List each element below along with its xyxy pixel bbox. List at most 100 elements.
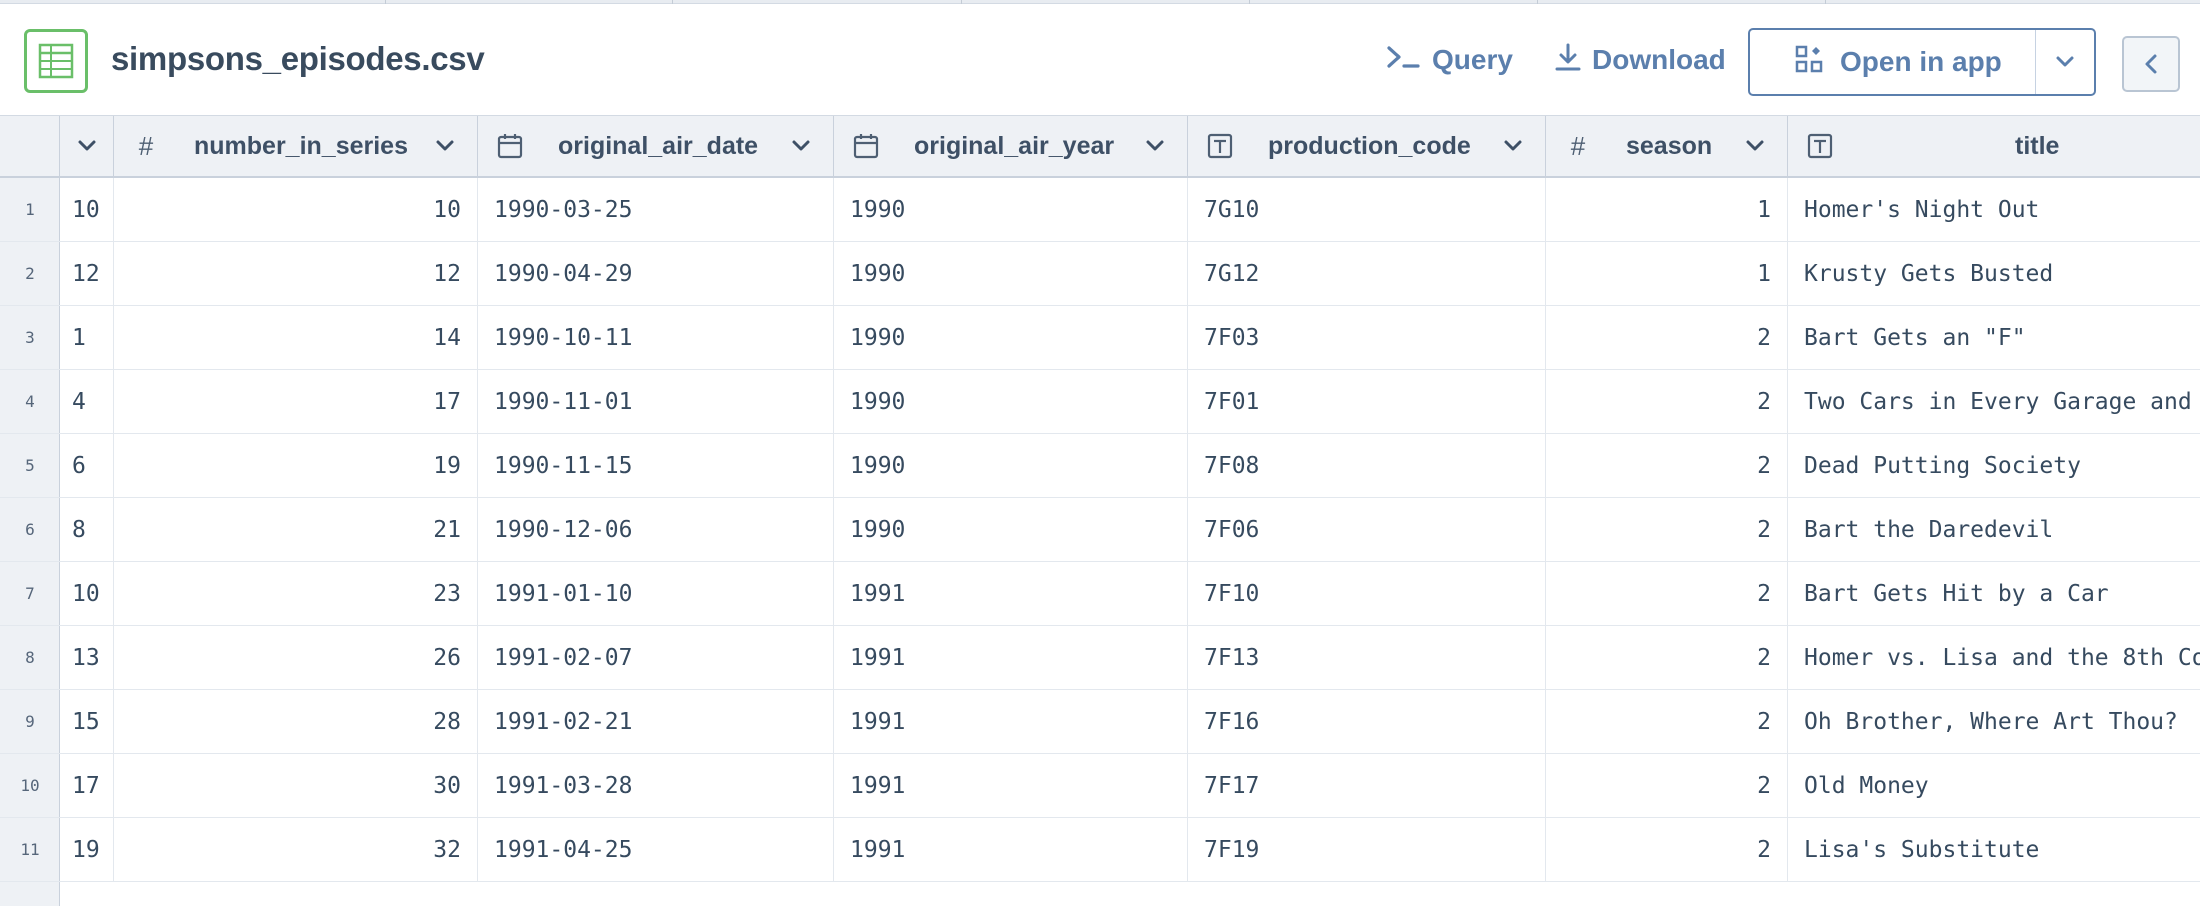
table-cell[interactable]: 10 [60,178,114,241]
table-cell[interactable]: 7F16 [1188,690,1546,753]
table-cell[interactable]: 2 [1546,690,1788,753]
table-cell[interactable]: 1991 [834,626,1188,689]
table-cell[interactable]: 1990-04-29 [478,242,834,305]
column-header-season[interactable]: # season [1546,116,1788,176]
table-cell[interactable]: 2 [1546,626,1788,689]
table-row[interactable]: 9 15 28 1991-02-21 1991 7F16 2 Oh Brother, Wher… [0,690,2200,754]
table-cell[interactable]: 19 [60,818,114,881]
table-cell[interactable]: Bart Gets an "F" [1788,306,2200,369]
column-header-title[interactable]: title [1788,116,2200,176]
column-header-production-code[interactable]: production_code [1188,116,1546,176]
table-cell[interactable]: Homer vs. Lisa and the 8th Comm [1788,626,2200,689]
table-cell[interactable]: 7F17 [1188,754,1546,817]
chevron-down-icon[interactable] [1501,134,1525,158]
table-cell[interactable]: 2 [1546,562,1788,625]
chevron-down-icon[interactable] [789,134,813,158]
table-cell[interactable]: 7F01 [1188,370,1546,433]
table-cell[interactable]: 21 [114,498,478,561]
table-cell[interactable]: 1991 [834,818,1188,881]
table-cell[interactable]: 23 [114,562,478,625]
table-cell[interactable]: 1990 [834,434,1188,497]
table-cell[interactable]: 6 [60,434,114,497]
table-cell[interactable]: 8 [60,498,114,561]
table-cell[interactable]: 10 [60,562,114,625]
table-cell[interactable]: 1991-02-21 [478,690,834,753]
table-cell[interactable]: 1990-11-15 [478,434,834,497]
table-cell[interactable]: 1990 [834,242,1188,305]
table-cell[interactable]: 1991-03-28 [478,754,834,817]
open-in-app-button[interactable]: Open in app [1748,28,2096,96]
table-cell[interactable]: 2 [1546,818,1788,881]
table-cell[interactable]: 1990 [834,370,1188,433]
chevron-down-icon[interactable] [433,134,457,158]
table-cell[interactable]: 1991-02-07 [478,626,834,689]
table-cell[interactable]: 13 [60,626,114,689]
table-cell[interactable]: 4 [60,370,114,433]
table-cell[interactable]: Bart the Daredevil [1788,498,2200,561]
table-cell[interactable]: 2 [1546,434,1788,497]
table-cell[interactable]: 1 [1546,242,1788,305]
table-cell[interactable]: 2 [1546,498,1788,561]
table-cell[interactable]: Bart Gets Hit by a Car [1788,562,2200,625]
table-cell[interactable]: 7F08 [1188,434,1546,497]
download-button[interactable]: Download [1554,38,1726,82]
table-cell[interactable]: 1991-01-10 [478,562,834,625]
table-cell[interactable]: 2 [1546,370,1788,433]
table-cell[interactable]: 1990-12-06 [478,498,834,561]
table-cell[interactable]: 1991 [834,562,1188,625]
table-cell[interactable]: 19 [114,434,478,497]
query-button[interactable]: Query [1386,38,1513,82]
table-cell[interactable]: 1 [1546,178,1788,241]
table-cell[interactable]: 7F06 [1188,498,1546,561]
table-cell[interactable]: 30 [114,754,478,817]
table-cell[interactable]: Lisa's Substitute [1788,818,2200,881]
table-cell[interactable]: 15 [60,690,114,753]
table-cell[interactable]: 17 [60,754,114,817]
table-cell[interactable]: 7F19 [1188,818,1546,881]
table-cell[interactable]: 12 [114,242,478,305]
collapse-panel-button[interactable] [2122,36,2180,92]
table-cell[interactable]: 10 [114,178,478,241]
table-cell[interactable]: 1 [60,306,114,369]
table-cell[interactable]: Dead Putting Society [1788,434,2200,497]
open-in-app-dropdown[interactable] [2036,30,2094,94]
table-row[interactable]: 7 10 23 1991-01-10 1991 7F10 2 Bart Gets Hit by… [0,562,2200,626]
column-header[interactable] [60,116,114,176]
table-cell[interactable]: Old Money [1788,754,2200,817]
column-header-number-in-series[interactable]: # number_in_series [114,116,478,176]
table-cell[interactable]: 2 [1546,306,1788,369]
table-cell[interactable]: 1990 [834,306,1188,369]
table-cell[interactable]: Two Cars in Every Garage and Th [1788,370,2200,433]
table-row[interactable]: 10 17 30 1991-03-28 1991 7F17 2 Old Money [0,754,2200,818]
column-header-original-air-date[interactable]: original_air_date [478,116,834,176]
table-cell[interactable]: 7F13 [1188,626,1546,689]
table-cell[interactable]: 1991 [834,754,1188,817]
table-cell[interactable]: 1990 [834,498,1188,561]
chevron-down-icon[interactable] [75,134,99,158]
table-cell[interactable]: 26 [114,626,478,689]
table-cell[interactable]: 7F10 [1188,562,1546,625]
table-cell[interactable]: 1990-03-25 [478,178,834,241]
chevron-down-icon[interactable] [1143,134,1167,158]
table-cell[interactable]: 28 [114,690,478,753]
table-cell[interactable]: 1990-11-01 [478,370,834,433]
chevron-down-icon[interactable] [1743,134,1767,158]
column-header-original-air-year[interactable]: original_air_year [834,116,1188,176]
table-cell[interactable]: 1990 [834,178,1188,241]
table-cell[interactable]: Oh Brother, Where Art Thou? [1788,690,2200,753]
table-row[interactable]: 11 19 32 1991-04-25 1991 7F19 2 Lisa's Substitu… [0,818,2200,882]
table-row[interactable]: 1 10 10 1990-03-25 1990 7G10 1 Homer's Night Ou… [0,178,2200,242]
table-cell[interactable]: 2 [1546,754,1788,817]
table-row[interactable]: 3 1 14 1990-10-11 1990 7F03 2 Bart Gets an "F" [0,306,2200,370]
table-cell[interactable]: 7G12 [1188,242,1546,305]
table-row[interactable]: 4 4 17 1990-11-01 1990 7F01 2 Two Cars in Every… [0,370,2200,434]
table-cell[interactable]: 32 [114,818,478,881]
table-cell[interactable]: 1990-10-11 [478,306,834,369]
table-cell[interactable]: 7F03 [1188,306,1546,369]
table-cell[interactable]: 1991-04-25 [478,818,834,881]
table-cell[interactable]: 14 [114,306,478,369]
table-cell[interactable]: 12 [60,242,114,305]
table-cell[interactable]: Krusty Gets Busted [1788,242,2200,305]
table-row[interactable]: 2 12 12 1990-04-29 1990 7G12 1 Krusty Gets Bust… [0,242,2200,306]
table-cell[interactable]: 17 [114,370,478,433]
